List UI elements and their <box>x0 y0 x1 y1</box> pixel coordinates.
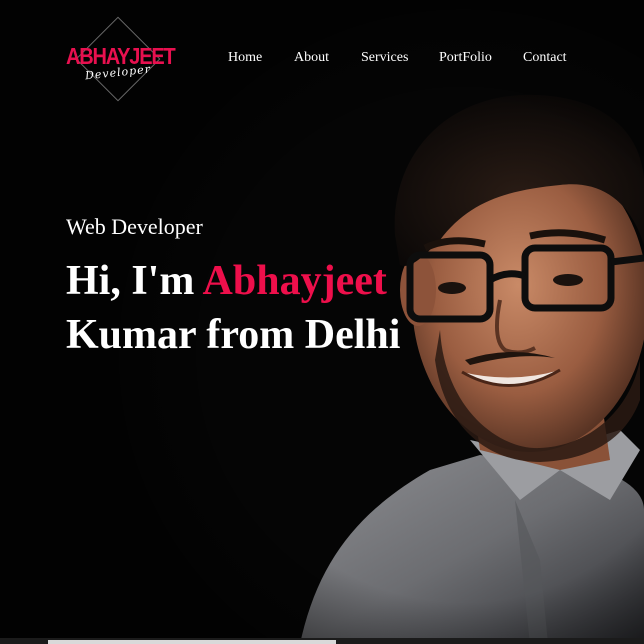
main-nav: Home About Services PortFolio Contact <box>0 50 644 70</box>
nav-link-contact[interactable]: Contact <box>523 50 567 66</box>
bottom-scrollbar[interactable] <box>0 638 644 644</box>
page: ABHAYJEET Developer Home About Services … <box>0 0 644 644</box>
nav-link-about[interactable]: About <box>294 50 329 66</box>
scrollbar-thumb[interactable] <box>48 640 336 644</box>
hero-greeting: Hi, I'm <box>66 258 203 304</box>
nav-link-home[interactable]: Home <box>228 50 262 66</box>
hero-eyebrow: Web Developer <box>66 214 203 239</box>
hero-heading: Hi, I'm Abhayjeet Kumar from Delhi <box>66 254 400 362</box>
hero-heading-line2: Kumar from Delhi <box>66 312 401 358</box>
nav-link-portfolio[interactable]: PortFolio <box>439 50 492 66</box>
nav-link-services[interactable]: Services <box>361 50 408 66</box>
hero-name-highlight: Abhayjeet <box>202 258 387 304</box>
